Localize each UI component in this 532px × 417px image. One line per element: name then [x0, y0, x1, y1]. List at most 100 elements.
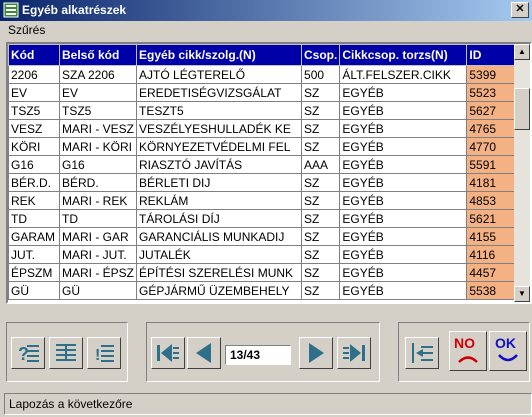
id-cell[interactable]: 4181 [466, 173, 516, 192]
id-cell[interactable]: 4155 [466, 227, 516, 246]
table-cell[interactable]: GÉPJÁRMŰ ÜZEMBEHELY [136, 281, 303, 300]
id-cell[interactable]: 4457 [466, 263, 516, 282]
cancel-button[interactable]: NO [449, 331, 487, 371]
table-cell[interactable]: SZ [301, 191, 341, 210]
table-cell[interactable]: ÉPÍTÉSI SZERELÉSI MUNK [136, 263, 303, 282]
vertical-scrollbar[interactable]: ▲ ▼ [514, 44, 530, 302]
table-cell[interactable]: TD [8, 209, 60, 228]
table-cell[interactable]: ÉPSZM [8, 263, 60, 282]
table-cell[interactable]: MARI - VESZ [58, 119, 138, 138]
scroll-down-button[interactable]: ▼ [514, 286, 530, 302]
scrollbar-thumb[interactable] [514, 88, 530, 130]
table-row[interactable]: TD TD TÁROLÁSI DÍJ SZ EGYÉB 5621 [8, 209, 516, 228]
last-record-button[interactable] [337, 337, 371, 369]
data-grid[interactable]: Kód Belső kód Egyéb cikk/szolg.(N) Csop.… [6, 42, 532, 304]
table-cell[interactable]: ÁLT.FELSZER.CIKK [339, 65, 468, 84]
table-cell[interactable]: TD [58, 209, 138, 228]
table-cell[interactable]: SZ [301, 83, 341, 102]
id-cell[interactable]: 5621 [466, 209, 516, 228]
previous-record-button[interactable] [187, 337, 221, 369]
help-list-button[interactable]: ? [11, 337, 45, 369]
table-cell[interactable]: JUTALÉK [136, 245, 303, 264]
table-cell[interactable]: SZ [301, 263, 341, 282]
table-cell[interactable]: EGYÉB [339, 173, 468, 192]
id-cell[interactable]: 4853 [466, 191, 516, 210]
column-header-internal-code[interactable]: Belső kód [58, 44, 138, 66]
table-cell[interactable]: SZ [301, 101, 341, 120]
table-cell[interactable]: MARI - REK [58, 191, 138, 210]
table-cell[interactable]: BÉR.D. [8, 173, 60, 192]
table-cell[interactable]: GÜ [8, 281, 60, 300]
id-cell[interactable]: 5627 [466, 101, 516, 120]
table-row[interactable]: KÖRI MARI - KÖRI KÖRNYEZETVÉDELMI FEL SZ EGY… [8, 137, 516, 156]
table-cell[interactable]: EGYÉB [339, 155, 468, 174]
back-to-list-button[interactable] [405, 337, 439, 369]
table-cell[interactable]: SZ [301, 245, 341, 264]
table-cell[interactable]: EGYÉB [339, 191, 468, 210]
table-cell[interactable]: SZ [301, 281, 341, 300]
table-cell[interactable]: KÖRI [8, 137, 60, 156]
table-row[interactable]: GARAM MARI - GAR GARANCIÁLIS MUNKADIJ SZ EGY… [8, 227, 516, 246]
id-cell[interactable]: 5538 [466, 281, 516, 300]
id-cell[interactable]: 5399 [466, 65, 516, 84]
table-cell[interactable]: EGYÉB [339, 83, 468, 102]
table-cell[interactable]: G16 [8, 155, 60, 174]
id-cell[interactable]: 4765 [466, 119, 516, 138]
table-row[interactable]: BÉR.D. BÉRD. BÉRLETI DIJ SZ EGYÉB 4181 [8, 173, 516, 192]
table-cell[interactable]: TÁROLÁSI DÍJ [136, 209, 303, 228]
table-cell[interactable]: VESZÉLYESHULLADÉK KE [136, 119, 303, 138]
id-cell[interactable]: 4116 [466, 245, 516, 264]
table-cell[interactable]: KÖRNYEZETVÉDELMI FEL [136, 137, 303, 156]
table-row[interactable]: REK MARI - REK REKLÁM SZ EGYÉB 4853 [8, 191, 516, 210]
table-cell[interactable]: EGYÉB [339, 209, 468, 228]
table-cell[interactable]: SZ [301, 119, 341, 138]
table-cell[interactable]: TSZ5 [8, 101, 60, 120]
table-row[interactable]: G16 G16 RIASZTÓ JAVÍTÁS AAA EGYÉB 5591 [8, 155, 516, 174]
table-row[interactable]: GÜ GÜ GÉPJÁRMŰ ÜZEMBEHELY SZ EGYÉB 5538 [8, 281, 516, 300]
column-header-id[interactable]: ID [466, 44, 516, 66]
column-header-item-name[interactable]: Egyéb cikk/szolg.(N) [136, 44, 303, 66]
detail-view-button[interactable]: ! [87, 337, 121, 369]
table-cell[interactable]: EGYÉB [339, 281, 468, 300]
table-cell[interactable]: EV [8, 83, 60, 102]
table-cell[interactable]: 2206 [8, 65, 60, 84]
table-cell[interactable]: MARI - JUT. [58, 245, 138, 264]
table-cell[interactable]: GARANCIÁLIS MUNKADIJ [136, 227, 303, 246]
column-header-group[interactable]: Csop. [301, 44, 341, 66]
table-cell[interactable]: VESZ [8, 119, 60, 138]
id-cell[interactable]: 4770 [466, 137, 516, 156]
table-cell[interactable]: MARI - KÖRI [58, 137, 138, 156]
table-cell[interactable]: AJTÓ LÉGTERELŐ [136, 65, 303, 84]
table-cell[interactable]: REK [8, 191, 60, 210]
table-cell[interactable]: REKLÁM [136, 191, 303, 210]
table-cell[interactable]: 500 [301, 65, 341, 84]
id-cell[interactable]: 5591 [466, 155, 516, 174]
ok-button[interactable]: OK [489, 331, 527, 371]
table-cell[interactable]: TSZ5 [58, 101, 138, 120]
table-cell[interactable]: EGYÉB [339, 227, 468, 246]
scroll-up-button[interactable]: ▲ [514, 44, 530, 60]
table-cell[interactable]: G16 [58, 155, 138, 174]
table-cell[interactable]: EGYÉB [339, 119, 468, 138]
table-cell[interactable]: MARI - ÉPSZ [58, 263, 138, 282]
table-row[interactable]: VESZ MARI - VESZ VESZÉLYESHULLADÉK KE SZ EGY… [8, 119, 516, 138]
table-cell[interactable]: BÉRD. [58, 173, 138, 192]
id-cell[interactable]: 5523 [466, 83, 516, 102]
column-header-group-master[interactable]: Cikkcsop. torzs(N) [339, 44, 468, 66]
table-cell[interactable]: EGYÉB [339, 245, 468, 264]
table-row[interactable]: EV EV EREDETISÉGVIZSGÁLAT SZ EGYÉB 5523 [8, 83, 516, 102]
table-row[interactable]: 2206 SZA 2206 AJTÓ LÉGTERELŐ 500 ÁLT.FELSZER… [8, 65, 516, 84]
table-cell[interactable]: SZA 2206 [58, 65, 138, 84]
table-cell[interactable]: EGYÉB [339, 263, 468, 282]
next-record-button[interactable] [299, 337, 333, 369]
list-view-button[interactable] [49, 337, 83, 369]
table-row[interactable]: TSZ5 TSZ5 TESZT5 SZ EGYÉB 5627 [8, 101, 516, 120]
table-cell[interactable]: EGYÉB [339, 101, 468, 120]
table-row[interactable]: ÉPSZM MARI - ÉPSZ ÉPÍTÉSI SZERELÉSI MUNK SZ… [8, 263, 516, 282]
table-cell[interactable]: RIASZTÓ JAVÍTÁS [136, 155, 303, 174]
table-cell[interactable]: EREDETISÉGVIZSGÁLAT [136, 83, 303, 102]
table-cell[interactable]: JUT. [8, 245, 60, 264]
table-cell[interactable]: SZ [301, 227, 341, 246]
table-row[interactable]: JUT. MARI - JUT. JUTALÉK SZ EGYÉB 4116 [8, 245, 516, 264]
table-cell[interactable]: SZ [301, 173, 341, 192]
